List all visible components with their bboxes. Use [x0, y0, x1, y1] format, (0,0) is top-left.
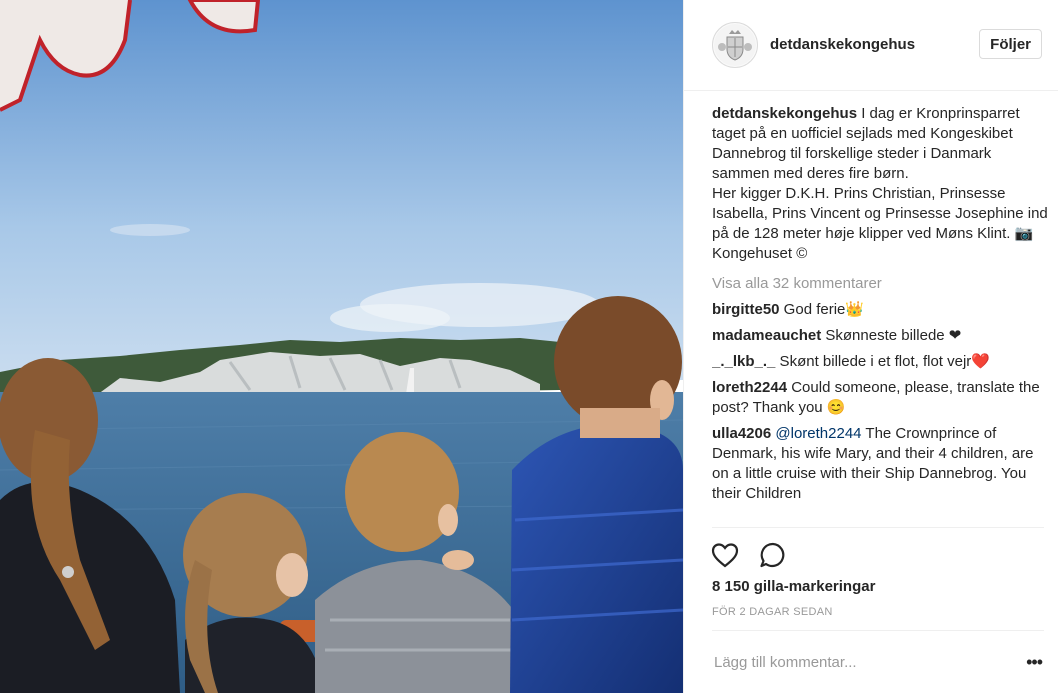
like-count[interactable]: 8 150 gilla-markeringar — [712, 578, 875, 595]
comment-item: birgitte50 God ferie👑 — [712, 300, 1048, 320]
comment-icon-shape — [760, 542, 785, 568]
add-comment-input[interactable] — [712, 647, 1006, 677]
crest-drawing — [714, 24, 756, 66]
post-timestamp[interactable]: FÖR 2 DAGAR SEDAN — [712, 606, 833, 618]
post-header: detdanskekongehus Följer — [684, 0, 1058, 91]
following-button[interactable]: Följer — [979, 29, 1042, 59]
comments-list[interactable]: detdanskekongehus I dag er Kronprinsparr… — [712, 104, 1048, 524]
comment-item: loreth2244 Could someone, please, transl… — [712, 378, 1048, 418]
post-photo[interactable] — [0, 0, 683, 693]
comment-username[interactable]: loreth2244 — [712, 379, 787, 396]
comment-item: ulla4206 @loreth2244 The Crownprince of … — [712, 424, 1048, 504]
comment-bubble-icon[interactable] — [758, 540, 788, 570]
comment-username[interactable]: birgitte50 — [712, 301, 780, 318]
post-actions — [710, 540, 802, 570]
post-side-panel: detdanskekongehus Följer detdanskekongeh… — [683, 0, 1058, 693]
royal-crest-icon[interactable] — [712, 22, 758, 68]
comment-username[interactable]: madameauchet — [712, 327, 821, 344]
comment-item: madameauchet Skønneste billede ❤ — [712, 326, 1048, 346]
comment-username[interactable]: ulla4206 — [712, 425, 771, 442]
comment-username[interactable]: _._lkb_._ — [712, 353, 775, 370]
comment-item: _._lkb_._ Skønt billede i et flot, flot … — [712, 352, 1048, 372]
comment-mention-link[interactable]: @loreth2244 — [771, 425, 861, 442]
heart-icon[interactable] — [710, 540, 740, 570]
section-divider — [712, 630, 1044, 631]
post-caption: detdanskekongehus I dag er Kronprinsparr… — [712, 104, 1048, 264]
heart-icon-shape — [711, 543, 739, 568]
section-divider — [712, 527, 1044, 528]
comment-text: Skønneste billede ❤ — [821, 327, 962, 344]
photo-illustration — [0, 0, 683, 693]
view-all-comments-link[interactable]: Visa alla 32 kommentarer — [712, 274, 1048, 294]
more-options-icon[interactable]: ••• — [1026, 652, 1043, 673]
post-author-username[interactable]: detdanskekongehus — [770, 36, 915, 53]
instagram-post-view: detdanskekongehus Följer detdanskekongeh… — [0, 0, 1058, 693]
comment-text: Skønt billede i et flot, flot vejr❤️ — [775, 353, 990, 370]
caption-username[interactable]: detdanskekongehus — [712, 105, 857, 122]
caption-text: I dag er Kronprinsparret taget på en uof… — [712, 105, 1048, 262]
comment-text: God ferie👑 — [779, 301, 865, 318]
